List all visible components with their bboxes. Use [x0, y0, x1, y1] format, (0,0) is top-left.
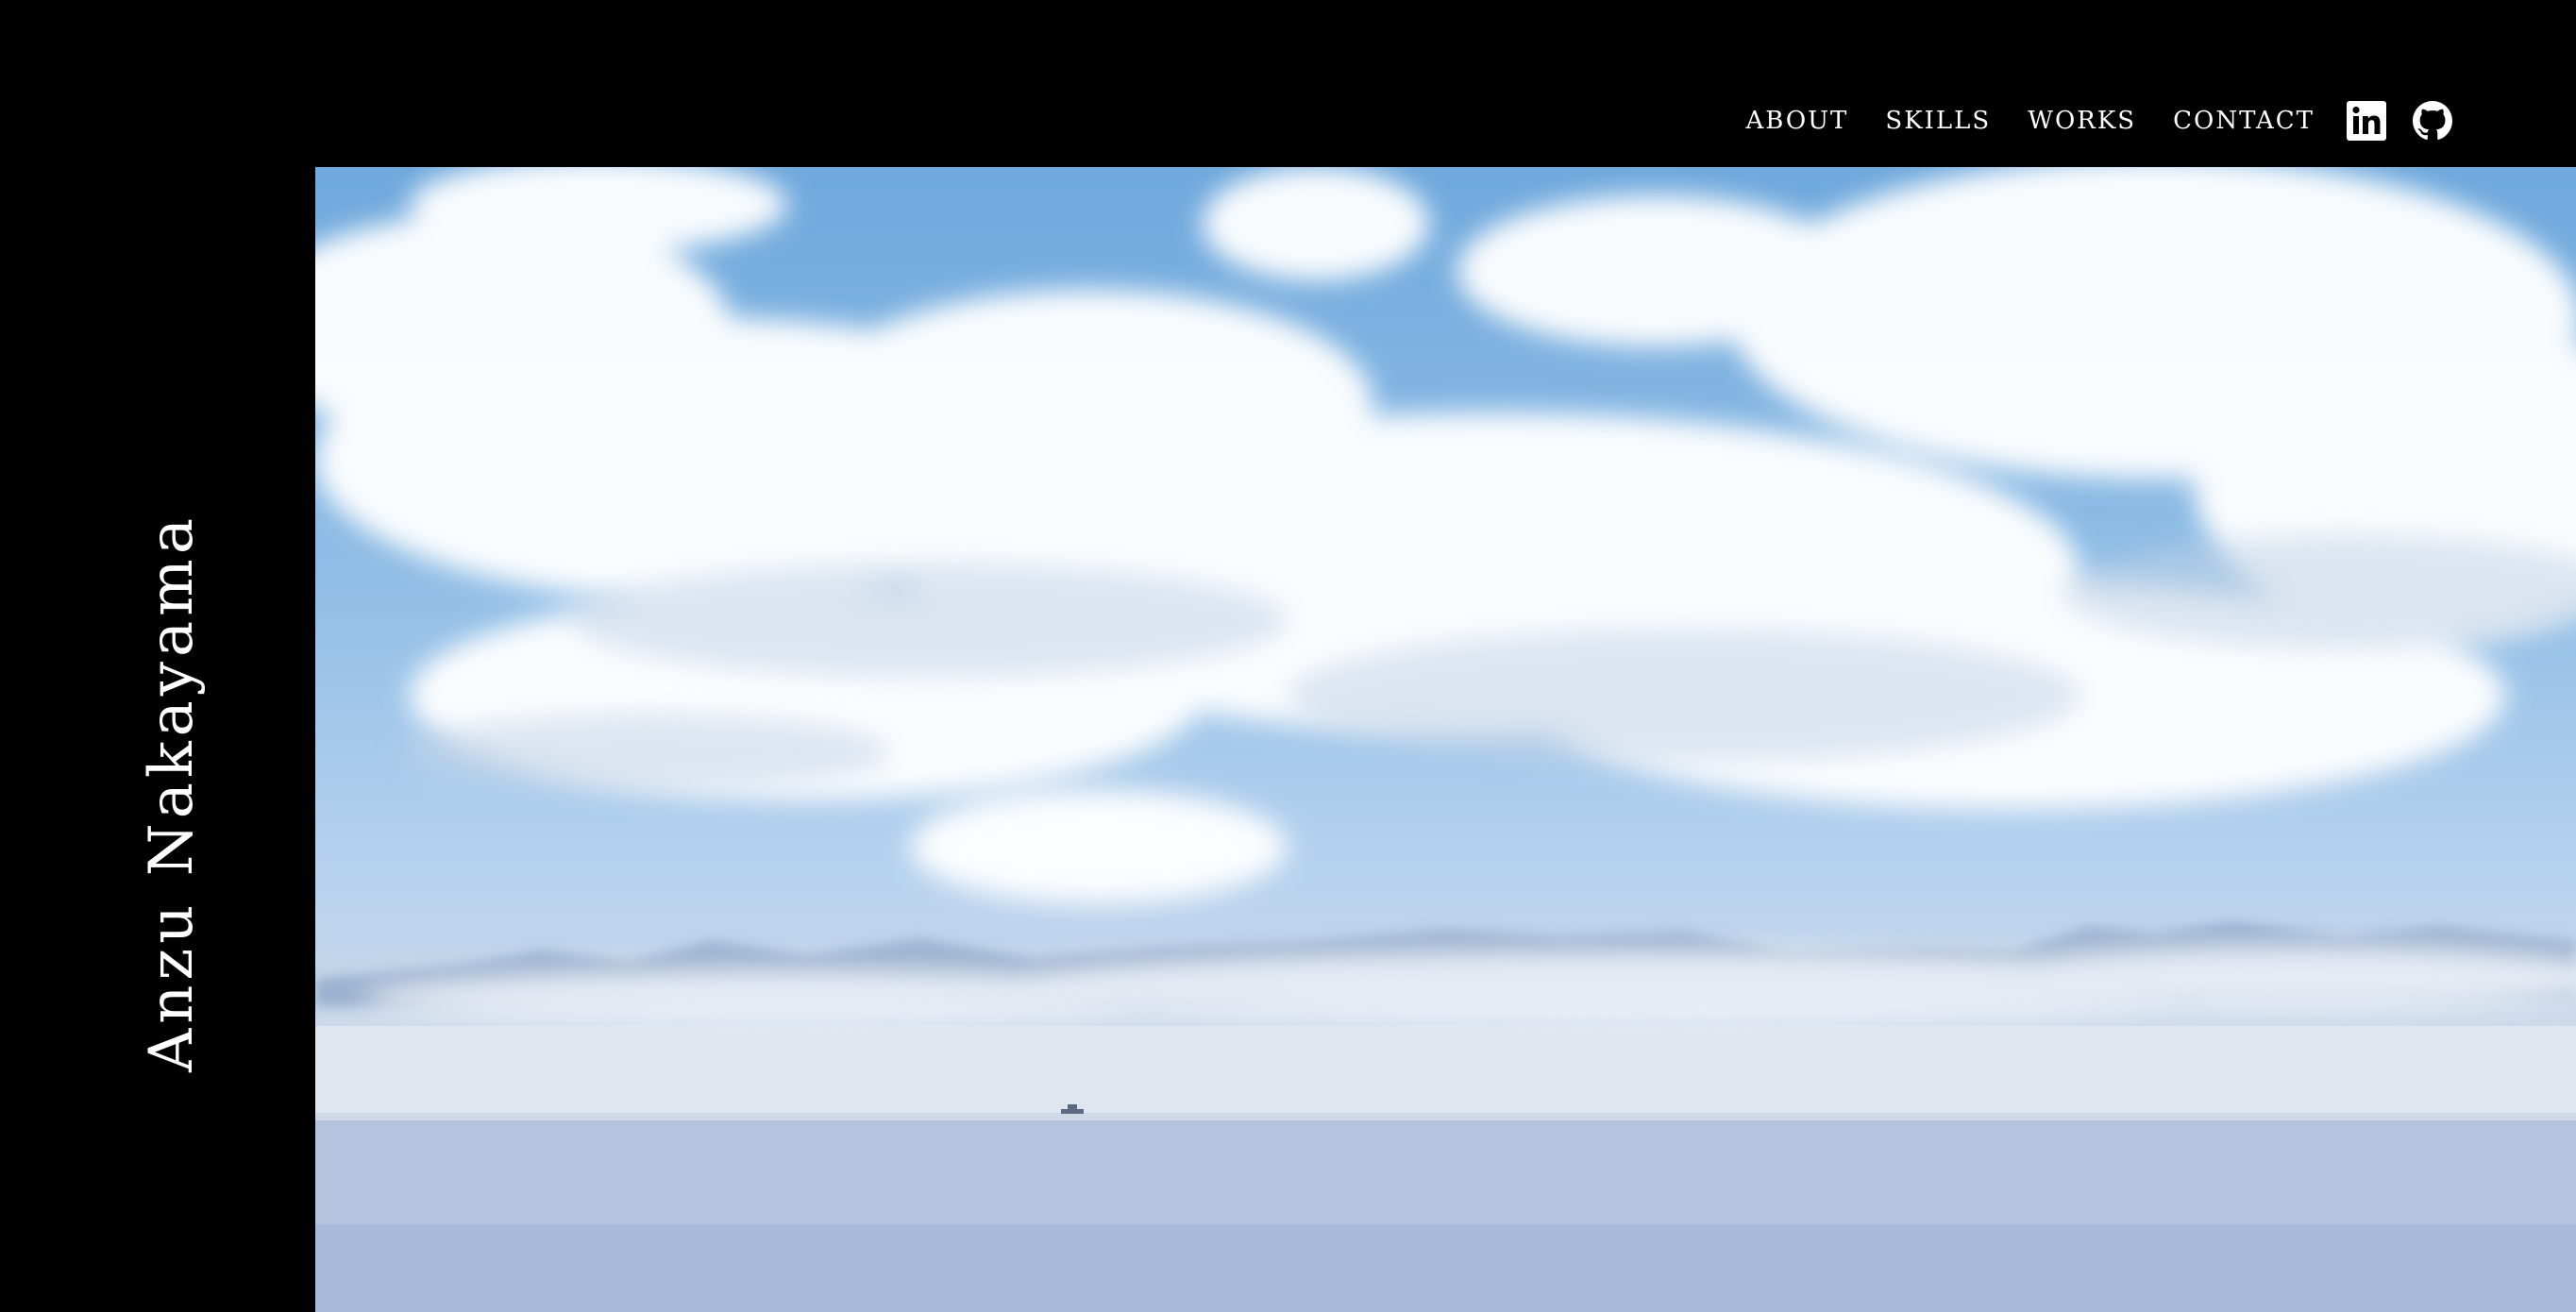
nav-link-about[interactable]: ABOUT — [1745, 97, 1848, 144]
nav-link-skills[interactable]: SKILLS — [1885, 97, 1991, 144]
social-links — [2347, 101, 2452, 141]
linkedin-link[interactable] — [2347, 101, 2386, 141]
linkedin-icon — [2347, 101, 2386, 141]
top-navigation: ABOUT SKILLS WORKS CONTACT — [1745, 97, 2452, 144]
hero-image — [315, 167, 2576, 1312]
page: ABOUT SKILLS WORKS CONTACT Anzu Nakayama — [0, 0, 2576, 1312]
site-owner-name: Anzu Nakayama — [137, 513, 207, 1072]
github-link[interactable] — [2413, 101, 2452, 141]
nav-link-works[interactable]: WORKS — [2028, 97, 2136, 144]
github-icon — [2413, 101, 2452, 140]
sky-clouds-sea-photo — [315, 167, 2576, 1312]
nav-link-contact[interactable]: CONTACT — [2173, 97, 2315, 144]
